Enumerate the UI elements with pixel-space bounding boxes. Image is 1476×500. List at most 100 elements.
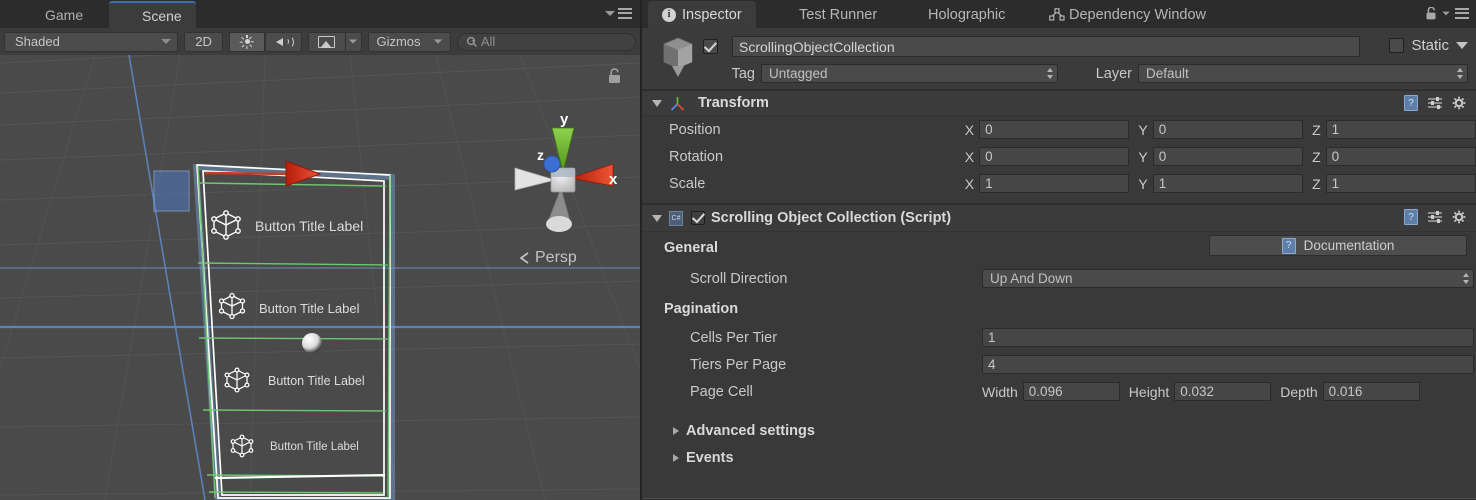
toggle-audio-button[interactable] [265, 31, 303, 52]
scroll-direction-dropdown[interactable]: Up And Down [982, 269, 1474, 288]
gameobject-name-input[interactable]: ScrollingObjectCollection [732, 36, 1360, 57]
layer-dropdown[interactable]: Default [1138, 64, 1468, 83]
fx-dropdown-button[interactable] [344, 31, 363, 52]
toggle-2d-button[interactable]: 2D [184, 31, 223, 52]
tiers-per-page-input[interactable]: 4 [982, 355, 1474, 374]
rotation-label: Rotation [669, 148, 724, 165]
inspector-content: ScrollingObjectCollection Static Tag Unt… [642, 28, 1476, 500]
static-checkbox[interactable] [1389, 38, 1405, 53]
help-icon[interactable]: ? [1404, 95, 1418, 111]
prefab-glyph-icon-2 [218, 292, 246, 320]
cells-per-tier-row: Cells Per Tier 1 [642, 324, 1476, 351]
advanced-settings-foldout[interactable]: Advanced settings [642, 417, 1476, 444]
scale-z-input[interactable]: 1 [1325, 174, 1476, 193]
gear-icon[interactable] [1452, 210, 1467, 225]
scroll-direction-value: Up And Down [990, 271, 1073, 286]
draw-mode-label: Shaded [15, 34, 60, 49]
rotation-y-input[interactable]: 0 [1152, 147, 1304, 166]
rotation-z-axis: Z [1312, 148, 1321, 165]
pagination-section-title: Pagination [664, 300, 739, 317]
transform-position-row: Position X 0 Y 0 Z 1 [642, 116, 1476, 143]
lock-open-icon[interactable] [1426, 7, 1437, 20]
scale-x-input[interactable]: 1 [979, 174, 1130, 193]
tab-test-runner[interactable]: Test Runner [785, 1, 891, 28]
documentation-button[interactable]: ? Documentation [1209, 235, 1467, 256]
tab-dependency-window-label: Dependency Window [1069, 6, 1207, 23]
static-label: Static [1411, 37, 1449, 54]
tab-inspector[interactable]: i Inspector [648, 1, 756, 28]
component-header-scrolling-object-collection[interactable]: C# Scrolling Object Collection (Script) … [642, 204, 1476, 232]
position-x-input[interactable]: 0 [979, 120, 1130, 139]
scene-search-placeholder: All [480, 34, 496, 49]
audio-speaker-icon [275, 35, 294, 49]
tag-dropdown[interactable]: Untagged [761, 64, 1058, 83]
perspective-mode-button[interactable]: Persp [519, 249, 577, 267]
preset-icon[interactable] [1427, 96, 1443, 110]
preset-icon[interactable] [1427, 210, 1443, 224]
updown-arrows-icon [1462, 273, 1469, 284]
scene-search-input[interactable]: All [456, 32, 637, 51]
prefab-glyph-icon-4 [230, 434, 254, 458]
component-enabled-checkbox[interactable] [691, 211, 705, 225]
help-icon[interactable]: ? [1404, 209, 1418, 225]
rotation-z-input[interactable]: 0 [1325, 147, 1476, 166]
page-cell-width-input[interactable]: 0.096 [1022, 382, 1120, 401]
scene-panel: Game Scene Shaded 2D Gizmos All y x z Bu… [0, 0, 640, 500]
scale-x-axis: X [964, 175, 975, 192]
layer-label: Layer [1095, 65, 1132, 82]
tab-game[interactable]: Game [12, 1, 97, 28]
toggle-fx-button[interactable] [307, 31, 345, 52]
tab-scene-label: Scene [142, 7, 182, 24]
position-y-input[interactable]: 0 [1152, 120, 1304, 139]
tag-label: Tag [731, 65, 755, 82]
position-z-input[interactable]: 1 [1325, 120, 1476, 139]
scene-viewport[interactable]: y x z Button Title Label Button Title La… [0, 55, 640, 500]
page-cell-height-label: Height [1128, 383, 1170, 400]
scale-z-axis: Z [1312, 175, 1321, 192]
foldout-arrow-icon[interactable] [652, 214, 662, 222]
rotation-y-axis: Y [1138, 148, 1148, 165]
tiers-per-page-row: Tiers Per Page 4 [642, 351, 1476, 378]
page-cell-height-input[interactable]: 0.032 [1174, 382, 1272, 401]
foldout-arrow-icon[interactable] [652, 99, 662, 107]
gameobject-enabled-checkbox[interactable] [703, 39, 718, 54]
gear-icon[interactable] [1452, 96, 1467, 111]
tab-holographic[interactable]: Holographic [914, 1, 1019, 28]
svg-text:y: y [560, 111, 569, 128]
hamburger-menu-icon[interactable] [1455, 8, 1469, 19]
gameobject-header: ScrollingObjectCollection Static Tag Unt… [642, 28, 1476, 90]
scale-y-input[interactable]: 1 [1152, 174, 1304, 193]
chevron-left-icon [519, 252, 529, 264]
chevron-down-icon[interactable] [1442, 11, 1450, 16]
events-foldout[interactable]: Events [642, 444, 1476, 471]
chevron-down-icon [349, 39, 358, 44]
component-header-transform[interactable]: Transform ? [642, 90, 1476, 116]
rotation-x-input[interactable]: 0 [979, 147, 1130, 166]
scene-render: y x z [0, 55, 640, 500]
tab-test-runner-label: Test Runner [799, 6, 878, 23]
scroll-direction-label: Scroll Direction [690, 270, 788, 287]
toggle-lighting-button[interactable] [228, 31, 266, 52]
position-x-axis: X [964, 121, 975, 138]
scene-object-label-4: Button Title Label [270, 441, 359, 453]
static-control: Static [1389, 37, 1468, 54]
perspective-label: Persp [535, 249, 577, 266]
events-label: Events [686, 449, 734, 466]
dependency-graph-icon [1049, 8, 1065, 21]
scene-object-label-1: Button Title Label [255, 218, 364, 234]
gizmos-dropdown[interactable]: Gizmos [367, 31, 452, 52]
prefab-glyph-icon-1 [211, 210, 241, 240]
page-cell-depth-input[interactable]: 0.016 [1322, 382, 1420, 401]
position-y-axis: Y [1138, 121, 1148, 138]
static-dropdown-icon[interactable] [1456, 42, 1468, 49]
tab-scene[interactable]: Scene [109, 1, 196, 28]
draw-mode-dropdown[interactable]: Shaded [4, 31, 179, 52]
component-title-scrolling-object-collection: Scrolling Object Collection (Script) [711, 210, 952, 226]
scene-tab-bar: Game Scene [0, 0, 640, 28]
cells-per-tier-input[interactable]: 1 [982, 328, 1474, 347]
scene-tab-menu-button[interactable] [605, 8, 632, 19]
transform-axis-icon [670, 96, 685, 111]
unity-editor-window: Game Scene Shaded 2D Gizmos All y x z Bu… [0, 0, 1476, 500]
tab-dependency-window[interactable]: Dependency Window [1035, 1, 1220, 28]
